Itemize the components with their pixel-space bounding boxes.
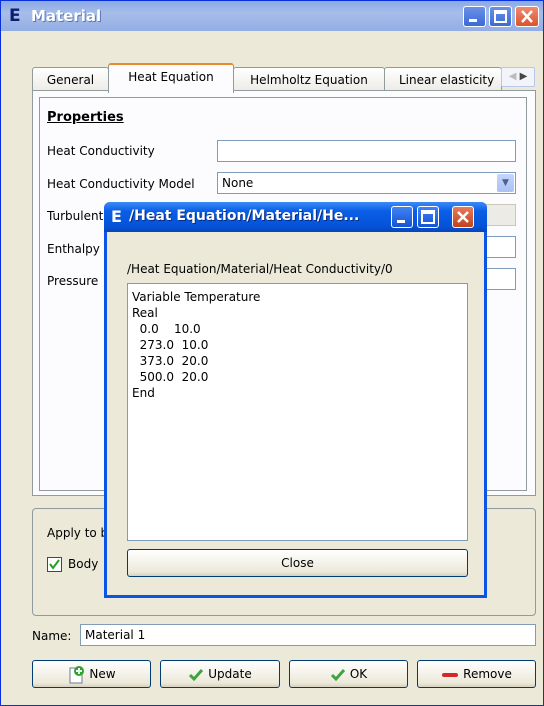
heat-conductivity-dialog: E /Heat Equation/Material/He... /Heat Eq… xyxy=(104,202,487,598)
scroll-left-icon[interactable]: ◀ xyxy=(509,71,517,82)
checkmark-icon xyxy=(189,668,204,681)
dialog-close-button[interactable]: Close xyxy=(127,549,468,577)
new-button-label: New xyxy=(89,667,116,681)
update-button[interactable]: Update xyxy=(160,660,280,688)
app-logo-icon: E xyxy=(9,6,21,26)
maximize-button[interactable] xyxy=(489,6,512,27)
minimize-icon xyxy=(469,19,477,22)
ok-button-label: OK xyxy=(349,667,368,681)
name-label: Name: xyxy=(32,629,72,643)
checkmark-icon xyxy=(330,668,345,681)
ok-button[interactable]: OK xyxy=(289,660,408,688)
pressure-label: Pressure xyxy=(47,274,99,288)
window-titlebar[interactable]: E Material xyxy=(1,1,543,31)
tab-general[interactable]: General xyxy=(32,67,109,91)
dialog-logo-icon: E xyxy=(111,207,122,226)
minimize-button[interactable] xyxy=(463,6,486,27)
body-checkbox[interactable] xyxy=(47,557,62,572)
window-title: Material xyxy=(31,7,102,25)
dialog-minimize-button[interactable] xyxy=(391,206,413,228)
new-button[interactable]: New xyxy=(32,660,151,688)
tab-scroll-buttons[interactable]: ◀ ▶ xyxy=(501,67,535,87)
update-button-label: Update xyxy=(208,667,252,681)
maximize-icon xyxy=(494,10,507,23)
dialog-path-label: /Heat Equation/Material/Heat Conductivit… xyxy=(127,262,393,276)
close-icon xyxy=(521,10,533,23)
tab-helmholtz-equation[interactable]: Helmholtz Equation xyxy=(233,67,385,91)
properties-heading: Properties xyxy=(47,110,124,125)
maximize-icon xyxy=(421,210,435,224)
heat-conductivity-input[interactable] xyxy=(217,140,516,162)
remove-icon xyxy=(442,672,459,677)
minimize-icon xyxy=(397,220,405,223)
heat-conductivity-model-label: Heat Conductivity Model xyxy=(47,177,195,191)
tab-linear-elasticity[interactable]: Linear elasticity xyxy=(384,67,502,91)
close-window-button[interactable] xyxy=(515,6,539,27)
name-input[interactable]: Material 1 xyxy=(80,624,536,646)
checkmark-icon xyxy=(49,559,60,570)
chevron-down-icon[interactable]: ▼ xyxy=(497,174,514,192)
scroll-right-icon[interactable]: ▶ xyxy=(520,71,528,82)
dialog-maximize-button[interactable] xyxy=(417,206,439,228)
heat-conductivity-model-select[interactable]: None ▼ xyxy=(217,172,516,194)
close-icon xyxy=(457,211,469,223)
dialog-title: /Heat Equation/Material/He... xyxy=(129,208,360,224)
enthalpy-label: Enthalpy xyxy=(47,242,100,256)
heat-conductivity-label: Heat Conductivity xyxy=(47,144,155,158)
tab-heat-equation[interactable]: Heat Equation xyxy=(108,63,234,93)
remove-button[interactable]: Remove xyxy=(417,660,536,688)
dialog-content-textarea[interactable]: Variable Temperature Real 0.0 10.0 273.0… xyxy=(127,283,468,541)
apply-to-bodies-label: Apply to b xyxy=(47,526,109,540)
remove-button-label: Remove xyxy=(463,667,512,681)
body-checkbox-label: Body xyxy=(68,557,99,571)
dialog-close-window-button[interactable] xyxy=(452,206,474,228)
new-document-icon xyxy=(69,665,85,683)
heat-conductivity-model-value: None xyxy=(222,176,254,190)
turbulent-label: Turbulent xyxy=(47,209,104,223)
dialog-titlebar[interactable]: E /Heat Equation/Material/He... xyxy=(104,202,487,232)
